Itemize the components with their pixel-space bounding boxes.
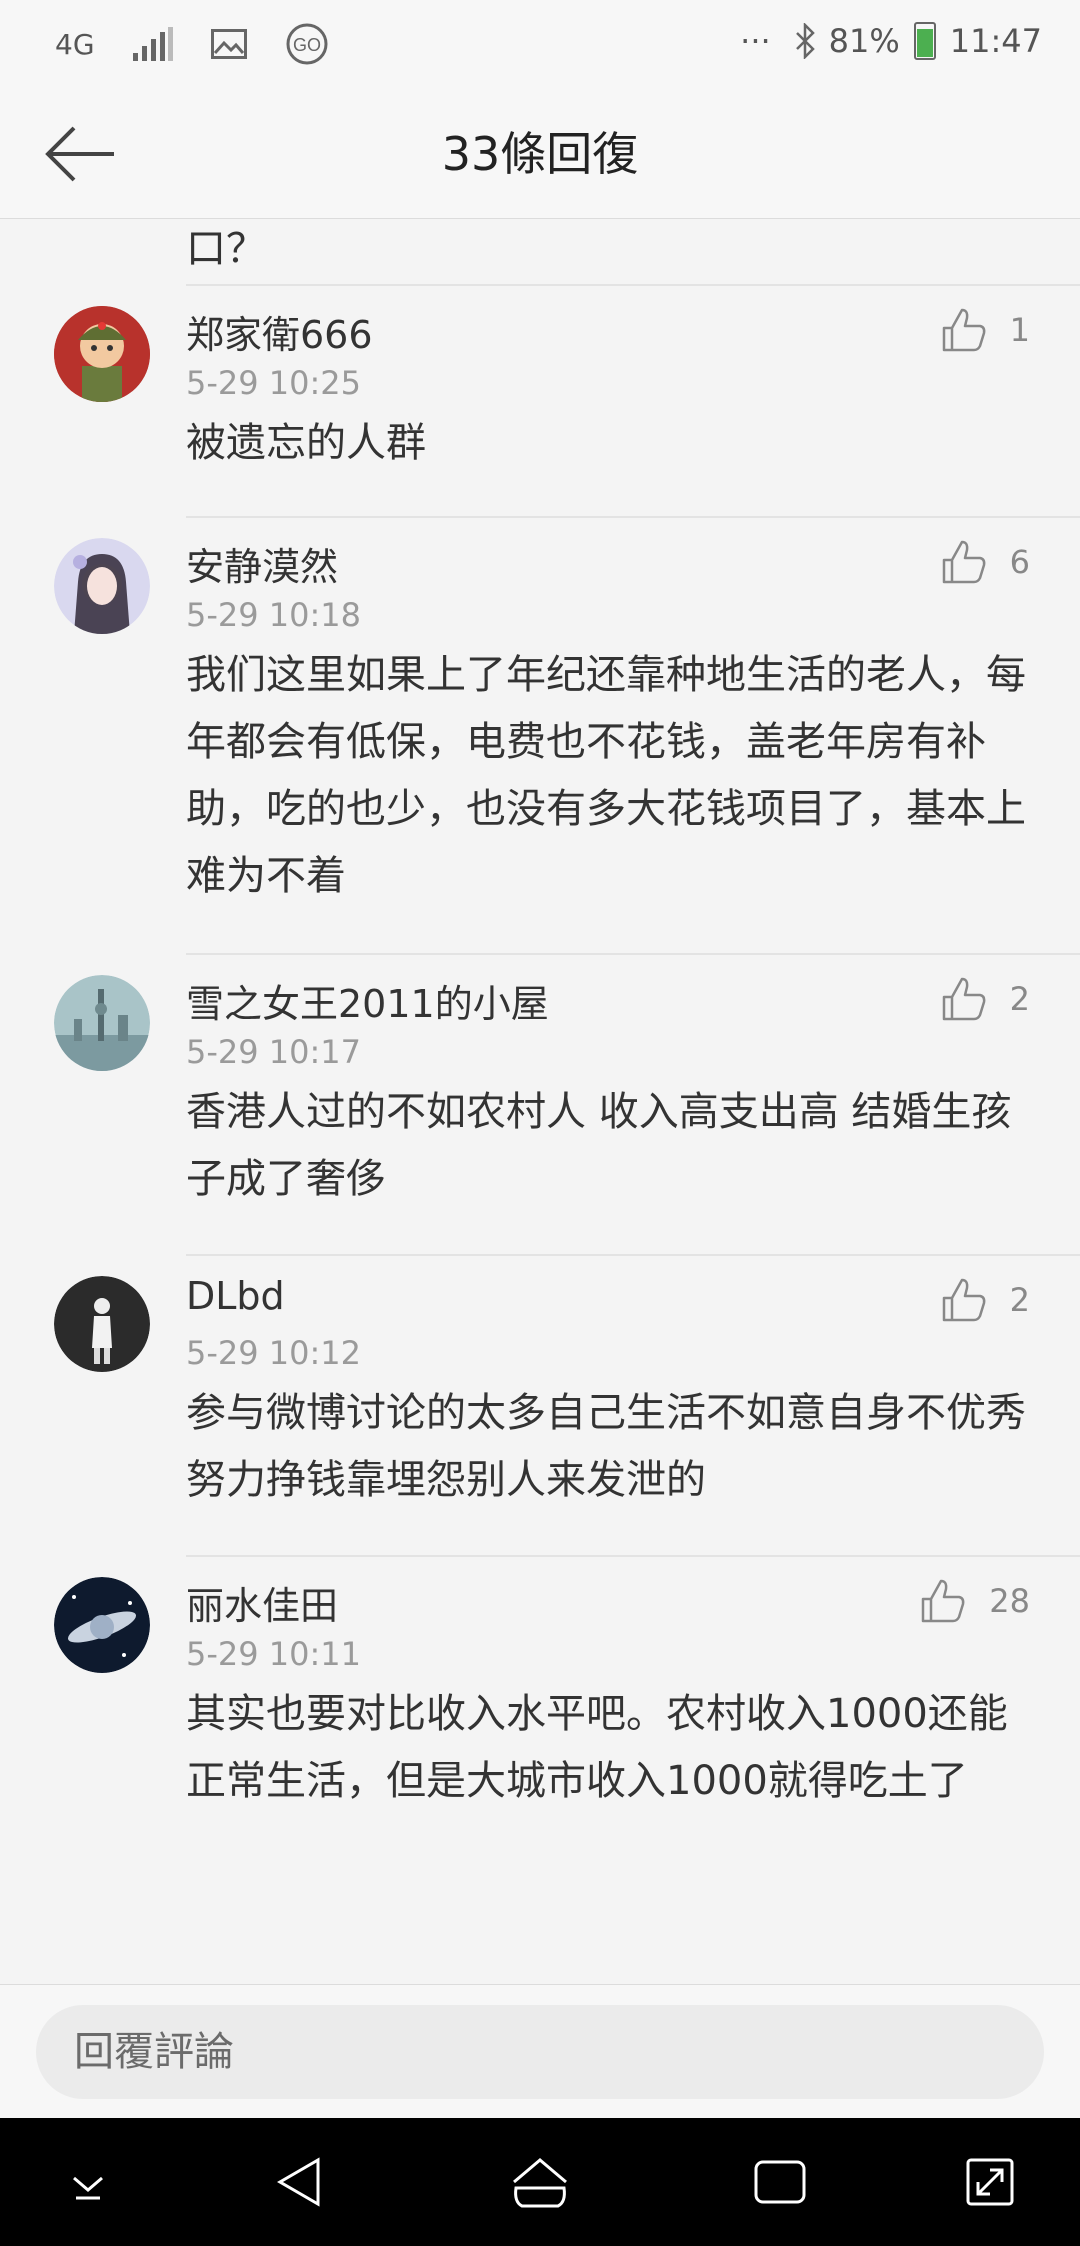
thumbs-up-icon[interactable] bbox=[940, 1276, 988, 1324]
comment-time: 5-29 10:12 bbox=[186, 1334, 362, 1372]
clock: 11:47 bbox=[949, 22, 1042, 60]
username[interactable]: 雪之女王2011的小屋 bbox=[186, 973, 549, 1028]
hide-keyboard-icon[interactable] bbox=[58, 2152, 118, 2212]
like-count: 6 bbox=[1009, 543, 1030, 581]
like-count: 28 bbox=[989, 1582, 1030, 1620]
comment-text: 参与微博讨论的太多自己生活不如意自身不优秀努力挣钱靠埋怨别人来发泄的 bbox=[186, 1390, 1026, 1503]
thumbs-up-icon[interactable] bbox=[919, 1577, 967, 1625]
avatar[interactable] bbox=[54, 975, 150, 1071]
comment-time: 5-29 10:18 bbox=[186, 596, 362, 634]
like-count: 2 bbox=[1009, 980, 1030, 1018]
like-button[interactable]: 6 bbox=[940, 538, 1030, 586]
svg-text:GO: GO bbox=[293, 35, 321, 55]
home-icon[interactable] bbox=[510, 2152, 570, 2212]
avatar[interactable] bbox=[54, 538, 150, 634]
thumbs-up-icon[interactable] bbox=[940, 975, 988, 1023]
reply-bar bbox=[0, 1984, 1080, 2119]
divider bbox=[186, 516, 1080, 518]
avatar[interactable] bbox=[54, 1577, 150, 1673]
comment-text: 被遗忘的人群 bbox=[186, 420, 426, 466]
header: 33條回復 bbox=[0, 90, 1080, 219]
username[interactable]: 安静漠然 bbox=[186, 536, 338, 591]
thumbs-up-icon[interactable] bbox=[940, 538, 988, 586]
battery-fill bbox=[916, 29, 933, 57]
status-bar: 4G GO ··· 81% 11:47 bbox=[0, 0, 1080, 90]
more-dots: ··· bbox=[740, 22, 771, 60]
battery-icon bbox=[913, 22, 936, 60]
comment-text: 我们这里如果上了年纪还靠种地生活的老人，每年都会有低保，电费也不花钱，盖老年房有… bbox=[186, 652, 1026, 899]
like-button[interactable]: 28 bbox=[919, 1577, 1030, 1625]
image-icon bbox=[210, 29, 247, 59]
status-right: ··· 81% 11:47 bbox=[740, 22, 1042, 60]
avatar[interactable] bbox=[54, 306, 150, 402]
like-count: 1 bbox=[1009, 311, 1030, 349]
like-count: 2 bbox=[1009, 1281, 1030, 1319]
comment-list[interactable]: 口？ 郑家衛666 5-29 10:25 被遗忘的人群 1 安静漠然 5-29 … bbox=[0, 218, 1080, 1984]
divider bbox=[186, 953, 1080, 955]
divider bbox=[186, 1555, 1080, 1557]
system-nav-bar bbox=[0, 2118, 1080, 2246]
recent-apps-icon[interactable] bbox=[750, 2152, 810, 2212]
like-button[interactable]: 2 bbox=[940, 975, 1030, 1023]
page-title: 33條回復 bbox=[441, 127, 639, 181]
comment-time: 5-29 10:25 bbox=[186, 364, 362, 402]
avatar[interactable] bbox=[54, 1276, 150, 1372]
username[interactable]: 丽水佳田 bbox=[186, 1575, 338, 1630]
reply-input[interactable] bbox=[36, 2005, 1044, 2099]
go-app-icon: GO bbox=[286, 23, 328, 65]
expand-icon[interactable] bbox=[960, 2152, 1020, 2212]
username[interactable]: 郑家衛666 bbox=[186, 304, 373, 359]
username[interactable]: DLbd bbox=[186, 1274, 285, 1318]
status-left: 4G GO bbox=[55, 22, 329, 66]
back-triangle-icon[interactable] bbox=[270, 2152, 330, 2212]
battery-percent: 81% bbox=[828, 22, 900, 60]
divider bbox=[186, 1254, 1080, 1256]
signal-icon bbox=[132, 27, 173, 61]
comment-text: 香港人过的不如农村人 收入高支出高 结婚生孩子成了奢侈 bbox=[186, 1089, 1012, 1202]
like-button[interactable]: 2 bbox=[940, 1276, 1030, 1324]
thumbs-up-icon[interactable] bbox=[940, 306, 988, 354]
like-button[interactable]: 1 bbox=[940, 306, 1030, 354]
divider bbox=[186, 284, 1080, 286]
truncated-comment-text: 口？ bbox=[186, 226, 266, 272]
comment-time: 5-29 10:11 bbox=[186, 1635, 362, 1673]
network-type-icon: 4G bbox=[55, 27, 95, 61]
bluetooth-icon bbox=[795, 23, 815, 59]
comment-time: 5-29 10:17 bbox=[186, 1033, 362, 1071]
comment-text: 其实也要对比收入水平吧。农村收入1000还能正常生活，但是大城市收入1000就得… bbox=[186, 1691, 1008, 1804]
